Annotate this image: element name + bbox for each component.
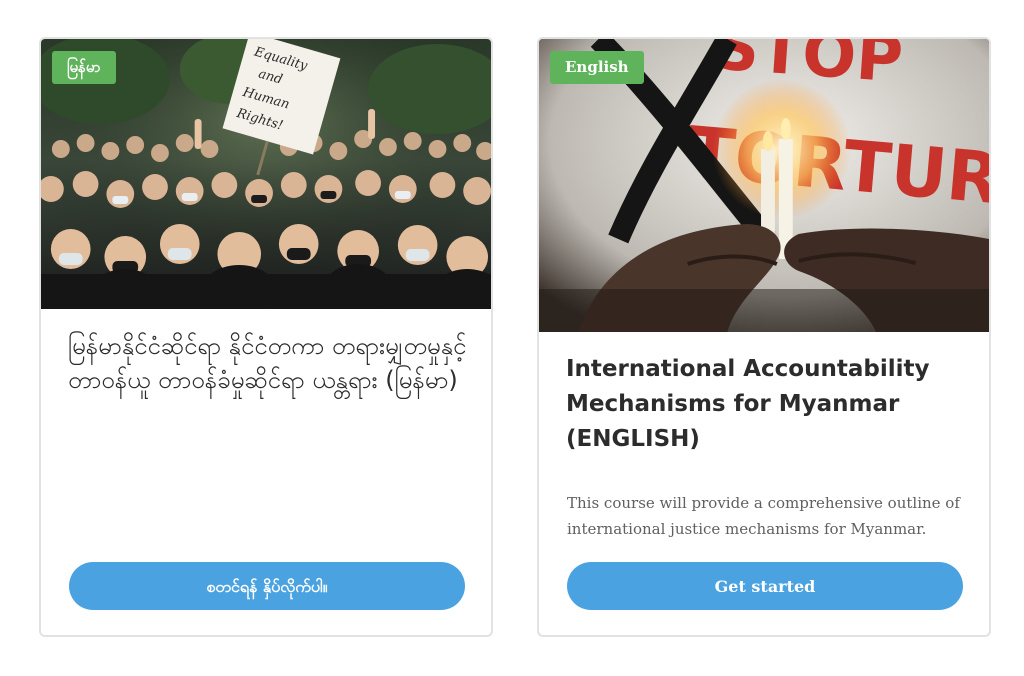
- get-started-button[interactable]: စတင်ရန် နှိပ်လိုက်ပါ။: [69, 562, 465, 610]
- course-list: Equality and Human Rights! မြန်မာ မြန်မာ…: [0, 0, 1024, 676]
- course-description: This course will provide a comprehensive…: [567, 494, 960, 538]
- language-tag: မြန်မာ: [52, 51, 116, 84]
- get-started-button[interactable]: Get started: [567, 562, 963, 610]
- language-tag: English: [550, 51, 644, 84]
- course-card-english[interactable]: STOP TORTURE English Interna: [537, 37, 991, 637]
- course-card-myanmar[interactable]: Equality and Human Rights! မြန်မာ မြန်မာ…: [39, 37, 493, 637]
- course-title[interactable]: International Accountability Mechanisms …: [566, 352, 967, 457]
- course-title[interactable]: မြန်မာနိုင်ငံဆိုင်ရာ နိုင်ငံတကာ တရားမျှတ…: [68, 329, 469, 397]
